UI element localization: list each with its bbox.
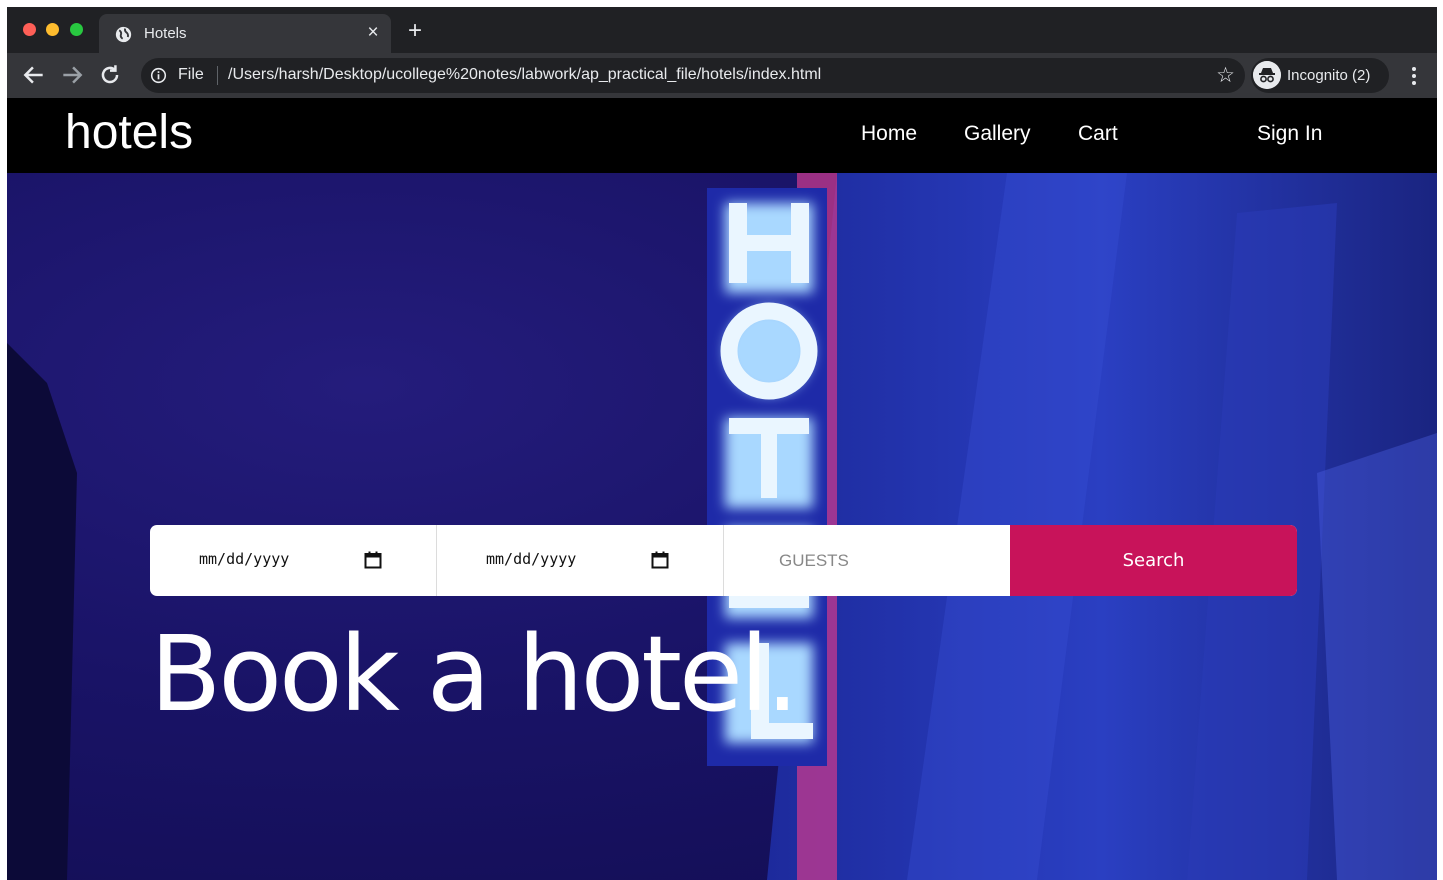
nav-link-home[interactable]: Home bbox=[861, 122, 917, 146]
check-out-date-text: mm/dd/yyyy bbox=[486, 550, 577, 568]
reload-icon bbox=[101, 65, 119, 84]
address-bar[interactable]: File /Users/harsh/Desktop/ucollege%20not… bbox=[141, 58, 1245, 93]
url-text[interactable]: /Users/harsh/Desktop/ucollege%20notes/la… bbox=[228, 66, 821, 84]
url-scheme: File bbox=[178, 66, 204, 83]
reload-button[interactable] bbox=[97, 62, 123, 88]
kebab-menu-icon[interactable] bbox=[1405, 63, 1423, 89]
web-page: hotels Home Gallery Cart Sign In mm/dd/y… bbox=[7, 98, 1437, 880]
minimize-window-button[interactable] bbox=[46, 23, 59, 36]
forward-arrow-icon bbox=[63, 66, 83, 84]
search-button[interactable]: Search bbox=[1010, 525, 1297, 596]
calendar-icon[interactable] bbox=[364, 551, 382, 569]
incognito-label: Incognito (2) bbox=[1287, 67, 1371, 84]
browser-toolbar: File /Users/harsh/Desktop/ucollege%20not… bbox=[7, 53, 1437, 98]
nav-link-gallery[interactable]: Gallery bbox=[964, 122, 1031, 146]
check-in-date-text: mm/dd/yyyy bbox=[199, 550, 290, 568]
guests-input[interactable] bbox=[723, 525, 1010, 596]
info-icon[interactable] bbox=[150, 67, 167, 84]
globe-icon bbox=[115, 26, 132, 43]
back-arrow-icon bbox=[23, 66, 43, 84]
site-logo[interactable]: hotels bbox=[65, 105, 193, 160]
maximize-window-button[interactable] bbox=[70, 23, 83, 36]
back-button[interactable] bbox=[21, 62, 47, 88]
incognito-badge[interactable]: Incognito (2) bbox=[1251, 58, 1389, 93]
check-out-date-input[interactable]: mm/dd/yyyy bbox=[437, 525, 724, 596]
hero-headline: Book a hotel. bbox=[150, 613, 799, 735]
nav-link-sign-in[interactable]: Sign In bbox=[1257, 122, 1322, 146]
tab-title: Hotels bbox=[144, 25, 187, 42]
new-tab-button[interactable]: + bbox=[403, 19, 427, 43]
booking-search-form: mm/dd/yyyy mm/dd/yyyy Se bbox=[150, 525, 1297, 596]
url-separator bbox=[217, 66, 218, 85]
tab-hotels[interactable]: Hotels × bbox=[99, 14, 391, 53]
calendar-icon[interactable] bbox=[651, 551, 669, 569]
incognito-icon bbox=[1253, 61, 1281, 89]
nav-link-cart[interactable]: Cart bbox=[1078, 122, 1118, 146]
browser-window: Hotels × + File /Users/harsh/Desktop/uco… bbox=[7, 7, 1437, 880]
bookmark-star-icon[interactable]: ☆ bbox=[1216, 64, 1235, 88]
hero-section: mm/dd/yyyy mm/dd/yyyy Se bbox=[7, 173, 1437, 880]
forward-button[interactable] bbox=[59, 62, 85, 88]
tab-strip: Hotels × + bbox=[7, 7, 1437, 53]
site-navbar: hotels Home Gallery Cart Sign In bbox=[7, 98, 1437, 173]
close-window-button[interactable] bbox=[23, 23, 36, 36]
check-in-date-input[interactable]: mm/dd/yyyy bbox=[150, 525, 437, 596]
tab-close-icon[interactable]: × bbox=[361, 21, 385, 45]
